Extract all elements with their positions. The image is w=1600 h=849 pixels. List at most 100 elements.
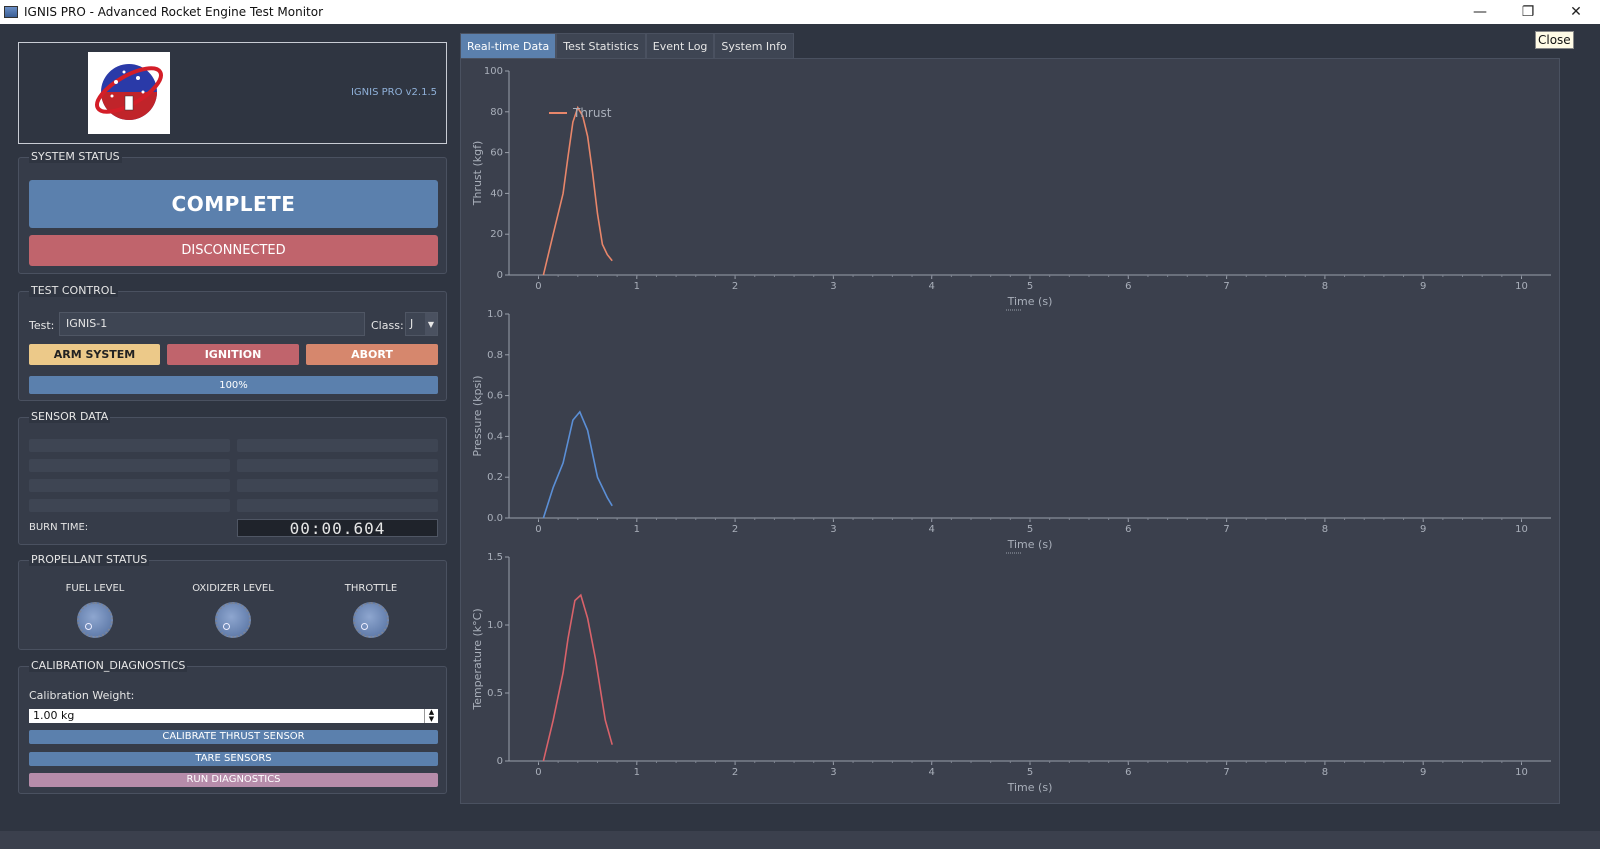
run-diagnostics-button[interactable]: RUN DIAGNOSTICS	[29, 773, 438, 787]
realtime-data-panel: 0 1 2 3 4 5 6 7 8 9 10 0 20 40 60 80 100 Time (s) Thrust (…	[460, 58, 1560, 804]
calibration-weight-input[interactable]: 1.00 kg ▲ ▼	[29, 709, 438, 723]
x-tick-label: 3	[830, 281, 836, 292]
system-status-group: SYSTEM STATUS COMPLETE DISCONNECTED	[18, 150, 447, 274]
y-tick-label: 100	[484, 66, 503, 77]
x-tick-label: 10	[1515, 281, 1528, 292]
class-select[interactable]: J ▼	[405, 312, 438, 336]
x-axis-label: Time (s)	[1007, 295, 1053, 308]
tare-sensors-button[interactable]: TARE SENSORS	[29, 752, 438, 766]
y-tick-label: 0.4	[487, 431, 503, 442]
oxidizer-level-dial[interactable]	[215, 602, 251, 638]
sensor-readout	[29, 459, 230, 472]
x-tick-label: 3	[830, 767, 836, 778]
tab-bar: Real-time Data Test Statistics Event Log…	[460, 33, 794, 59]
series-line	[542, 105, 613, 276]
sensor-data-title: SENSOR DATA	[29, 410, 111, 423]
y-tick-label: 40	[490, 188, 503, 199]
class-label: Class:	[371, 319, 404, 332]
system-status-title: SYSTEM STATUS	[29, 150, 122, 163]
fuel-level-dial[interactable]	[77, 602, 113, 638]
propellant-status-group: PROPELLANT STATUS FUEL LEVEL OXIDIZER LE…	[18, 553, 447, 650]
x-tick-label: 2	[732, 524, 738, 535]
window-title: IGNIS PRO - Advanced Rocket Engine Test …	[24, 5, 324, 19]
test-label: Test:	[29, 319, 55, 332]
y-axis-label: Thrust (kgf)	[471, 141, 484, 207]
close-tooltip: Close	[1535, 31, 1574, 49]
x-tick-label: 0	[535, 524, 541, 535]
x-tick-label: 8	[1322, 281, 1328, 292]
x-tick-label: 6	[1125, 281, 1131, 292]
x-tick-label: 6	[1125, 767, 1131, 778]
x-tick-label: 2	[732, 767, 738, 778]
restore-icon[interactable]: ❐	[1504, 0, 1552, 24]
calibration-title: CALIBRATION_DIAGNOSTICS	[29, 659, 188, 672]
tab-system-info[interactable]: System Info	[714, 33, 794, 59]
tab-event-log[interactable]: Event Log	[645, 33, 715, 59]
test-control-group: TEST CONTROL Test: IGNIS-1 Class: J ▼ AR…	[18, 284, 447, 401]
y-tick-label: 1.5	[487, 552, 503, 563]
tab-test-statistics[interactable]: Test Statistics	[556, 33, 646, 59]
calibrate-thrust-sensor-button[interactable]: CALIBRATE THRUST SENSOR	[29, 730, 438, 744]
system-state-indicator: COMPLETE	[29, 180, 438, 228]
close-icon[interactable]: ✕	[1552, 0, 1600, 24]
y-tick-label: 0.0	[487, 513, 503, 524]
x-tick-label: 1	[634, 767, 640, 778]
connection-status-indicator: DISCONNECTED	[29, 235, 438, 266]
x-tick-label: 10	[1515, 524, 1528, 535]
burn-time-label: BURN TIME:	[29, 522, 89, 533]
arm-system-button[interactable]: ARM SYSTEM	[29, 344, 160, 365]
x-tick-label: 9	[1420, 524, 1426, 535]
chevron-down-icon: ▼	[425, 313, 437, 335]
x-tick-label: 8	[1322, 767, 1328, 778]
y-axis-label: Pressure (kpsi)	[471, 375, 484, 456]
x-tick-label: 8	[1322, 524, 1328, 535]
burn-time-display: 00:00.604	[237, 519, 438, 538]
series-line	[542, 410, 613, 519]
app-icon	[4, 6, 18, 18]
status-bar	[0, 831, 1600, 849]
throttle-control: THROTTLE	[311, 583, 431, 638]
y-tick-label: 1.0	[487, 309, 503, 320]
y-tick-label: 0	[497, 270, 503, 281]
test-name-input[interactable]: IGNIS-1	[59, 312, 365, 336]
left-panel: IGNIS PRO v2.1.5 SYSTEM STATUS COMPLETE …	[18, 42, 447, 794]
spin-arrows-icon[interactable]: ▲ ▼	[424, 709, 438, 723]
y-tick-label: 0.2	[487, 472, 503, 483]
y-tick-label: 60	[490, 148, 503, 159]
tab-realtime-data[interactable]: Real-time Data	[460, 33, 557, 59]
throttle-dial[interactable]	[353, 602, 389, 638]
x-tick-label: 1	[634, 524, 640, 535]
throttle-label: THROTTLE	[344, 583, 398, 594]
y-tick-label: 0.8	[487, 350, 503, 361]
minimize-icon[interactable]: —	[1456, 0, 1504, 24]
legend-label: Thrust	[572, 106, 612, 120]
ignition-button[interactable]: IGNITION	[167, 344, 299, 365]
x-axis-label: Time (s)	[1007, 538, 1053, 551]
y-axis-label: Temperature (k°C)	[471, 608, 484, 710]
class-select-value: J	[410, 317, 414, 330]
x-tick-label: 5	[1027, 767, 1033, 778]
fuel-level-control: FUEL LEVEL	[35, 583, 155, 638]
sensor-readout	[237, 499, 438, 512]
logo	[88, 52, 170, 134]
sensor-readout	[237, 479, 438, 492]
x-tick-label: 5	[1027, 524, 1033, 535]
oxidizer-level-label: OXIDIZER LEVEL	[192, 583, 274, 594]
series-line	[542, 593, 613, 762]
x-tick-label: 0	[535, 767, 541, 778]
calibration-weight-value: 1.00 kg	[33, 709, 75, 722]
abort-button[interactable]: ABORT	[306, 344, 438, 365]
charts-canvas: 0 1 2 3 4 5 6 7 8 9 10020406080100Time (s)Thrust (…	[471, 66, 1551, 794]
x-tick-label: 3	[830, 524, 836, 535]
test-control-title: TEST CONTROL	[29, 284, 118, 297]
x-tick-label: 4	[929, 524, 935, 535]
calibration-weight-label: Calibration Weight:	[29, 689, 135, 702]
x-tick-label: 7	[1223, 281, 1229, 292]
sensor-readout	[29, 499, 230, 512]
y-tick-label: 20	[490, 229, 503, 240]
y-tick-label: 1.0	[487, 620, 503, 631]
version-label: IGNIS PRO v2.1.5	[350, 87, 437, 98]
x-tick-label: 0	[535, 281, 541, 292]
y-tick-label: 0.5	[487, 688, 503, 699]
x-tick-label: 5	[1027, 281, 1033, 292]
